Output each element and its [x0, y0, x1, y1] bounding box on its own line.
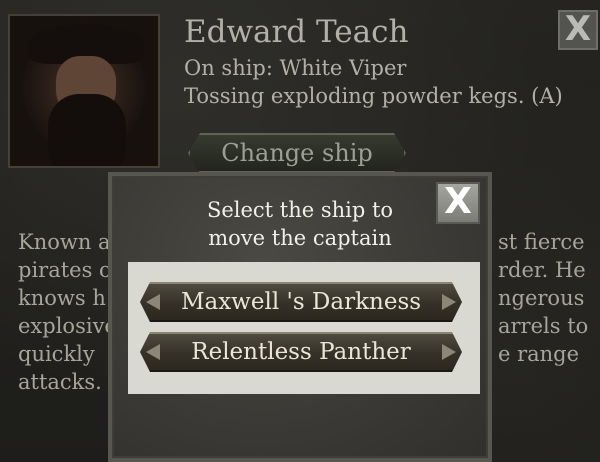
description-text: st fierce: [498, 230, 585, 254]
description-text: ngerous: [498, 286, 585, 310]
captain-ability: Tossing exploding powder kegs. (A): [184, 84, 563, 108]
description-text: e range: [498, 342, 580, 366]
right-ornament-icon: [442, 344, 456, 360]
close-dialog-button[interactable]: X: [436, 182, 480, 224]
dialog-title-line1: Select the ship to: [206, 198, 394, 222]
close-panel-button[interactable]: X: [558, 10, 598, 50]
ship-option-button[interactable]: Maxwell 's Darkness: [140, 282, 462, 322]
right-ornament-icon: [442, 294, 456, 310]
ship-list: [128, 262, 480, 394]
description-text: Known a: [18, 230, 111, 254]
portrait-beard: [48, 94, 126, 166]
ship-option-label: Maxwell 's Darkness: [180, 289, 422, 315]
description-text: rder. He: [498, 258, 586, 282]
captain-name: Edward Teach: [184, 14, 409, 50]
left-ornament-icon: [146, 344, 160, 360]
ship-option-button[interactable]: Relentless Panther: [140, 332, 462, 372]
change-ship-button[interactable]: Change ship: [188, 133, 406, 173]
description-text: explosive: [18, 314, 117, 338]
description-text: quickly: [18, 342, 95, 366]
description-text: attacks.: [18, 370, 102, 394]
captain-ship: On ship: White Viper: [184, 56, 407, 80]
captain-portrait: [8, 14, 160, 168]
dialog-title-line2: move the captain: [208, 226, 392, 250]
left-ornament-icon: [146, 294, 160, 310]
description-text: knows h: [18, 286, 106, 310]
description-text: arrels to: [498, 314, 589, 338]
description-text: pirates o: [18, 258, 112, 282]
ship-option-label: Relentless Panther: [191, 339, 411, 365]
